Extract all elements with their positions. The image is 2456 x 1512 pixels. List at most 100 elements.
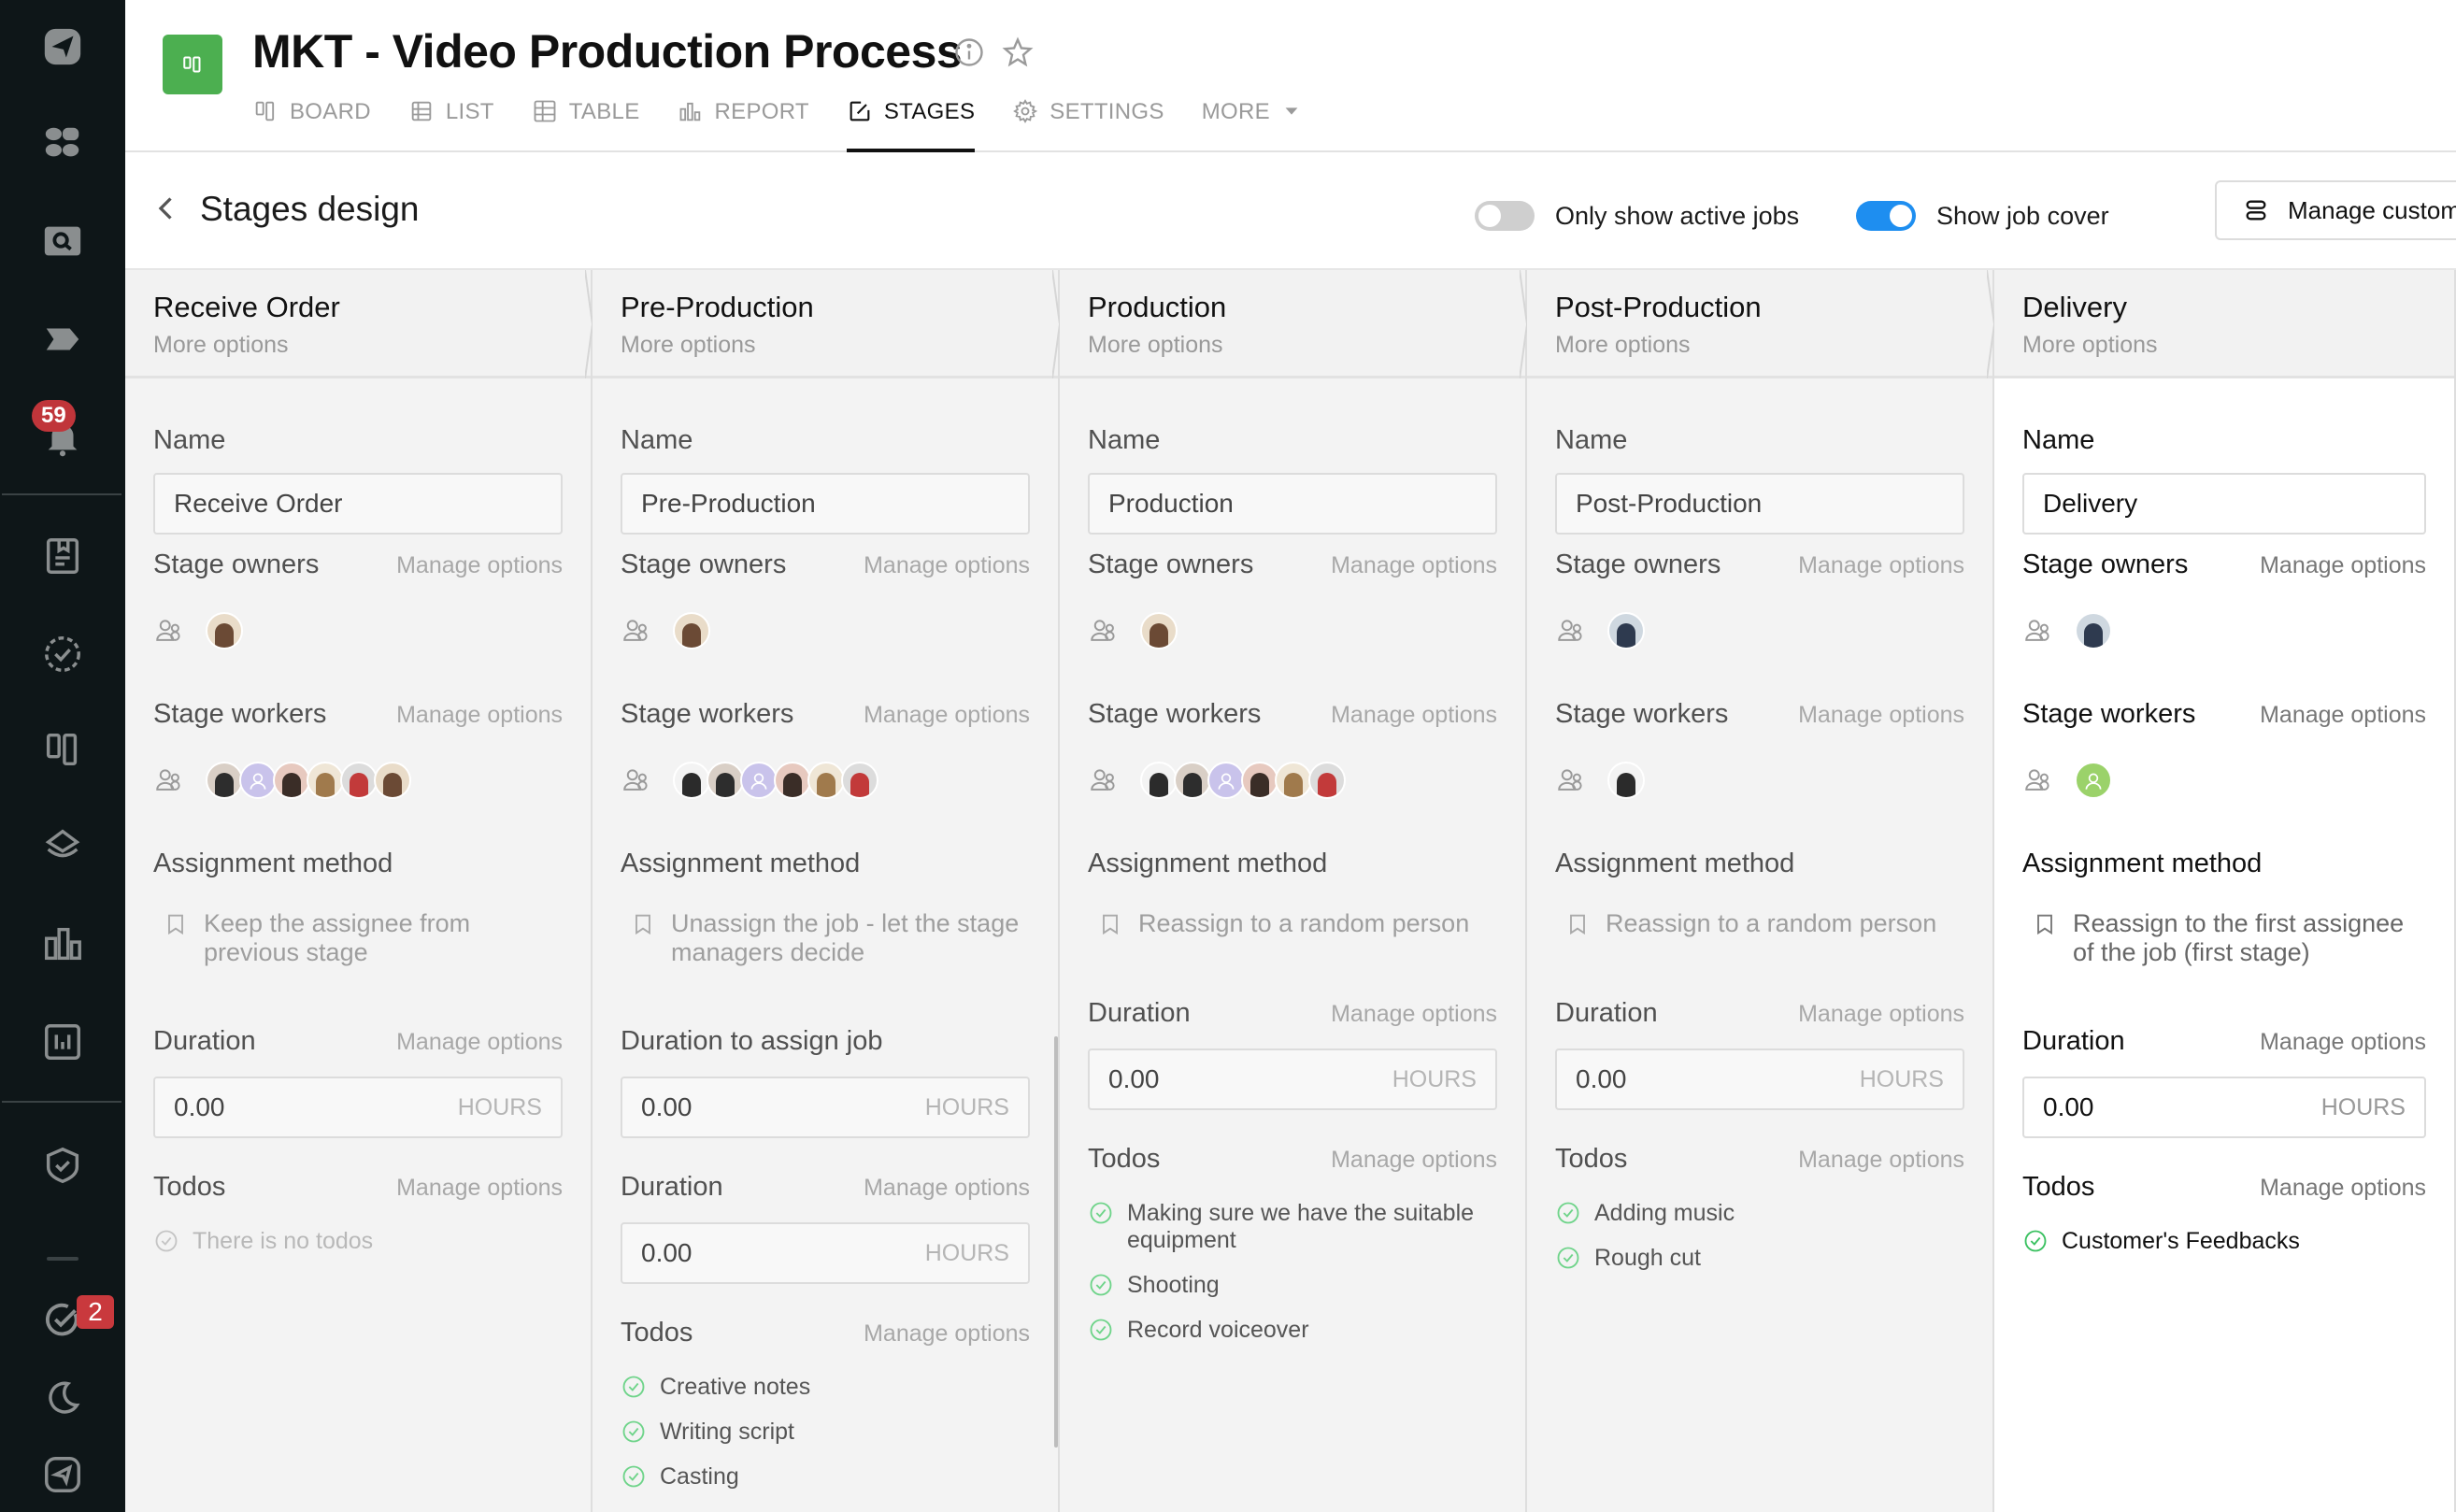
apps-grid-icon[interactable] [0,115,125,171]
assignment-method-option[interactable]: Reassign to a random person [1097,909,1497,938]
stage-name-input[interactable]: Production [1088,473,1497,535]
avatar[interactable] [1140,762,1178,799]
avatar[interactable] [707,762,744,799]
avatar[interactable] [1140,612,1178,649]
tag-arrow-icon[interactable] [0,311,125,367]
manage-owners-link[interactable]: Manage options [1331,552,1497,579]
group-icon[interactable] [1555,615,1587,647]
tab-board[interactable]: BOARD [252,93,371,152]
more-options-link[interactable]: More options [1088,332,1497,359]
bar-chart-icon[interactable] [0,916,125,972]
manage-duration-link[interactable]: Manage options [864,1175,1030,1202]
board-columns-icon[interactable] [0,721,125,777]
assignment-method-option[interactable]: Keep the assignee from previous stage [163,909,563,967]
avatar[interactable] [774,762,811,799]
manage-workers-link[interactable]: Manage options [1331,702,1497,729]
manage-owners-link[interactable]: Manage options [864,552,1030,579]
more-options-link[interactable]: More options [621,332,1030,359]
search-icon[interactable] [0,213,125,269]
avatar[interactable] [206,612,243,649]
avatar[interactable] [1174,762,1211,799]
avatar[interactable] [374,762,411,799]
avatar[interactable] [1241,762,1278,799]
group-icon[interactable] [153,615,185,647]
group-icon[interactable] [2022,764,2054,796]
avatar[interactable] [1607,612,1645,649]
duration-to-assign-input[interactable]: 0.00 HOURS [621,1077,1030,1138]
avatar[interactable] [273,762,310,799]
more-options-link[interactable]: More options [1555,332,1964,359]
avatar[interactable] [307,762,344,799]
todo-item[interactable]: Customer's Feedbacks [2022,1228,2426,1255]
layers-icon[interactable] [0,818,125,874]
duration-input[interactable]: 0.00 HOURS [1555,1048,1964,1110]
manage-workers-link[interactable]: Manage options [1798,702,1964,729]
avatar[interactable] [2075,762,2112,799]
manage-duration-link[interactable]: Manage options [1331,1001,1497,1028]
assignment-method-option[interactable]: Reassign to the first assignee of the jo… [2032,909,2426,967]
avatar[interactable] [1275,762,1312,799]
manage-workers-link[interactable]: Manage options [864,702,1030,729]
avatar[interactable] [1308,762,1346,799]
column-scrollbar[interactable] [1054,1036,1058,1448]
manage-todos-link[interactable]: Manage options [2260,1175,2426,1202]
manage-todos-link[interactable]: Manage options [396,1175,563,1202]
stage-header[interactable]: Delivery More options [1994,270,2454,378]
avatar[interactable] [1207,762,1245,799]
star-icon[interactable] [1001,36,1035,69]
group-icon[interactable] [1088,764,1120,796]
stage-name-input[interactable]: Post-Production [1555,473,1964,535]
avatar[interactable] [841,762,878,799]
tab-settings[interactable]: SETTINGS [1012,93,1164,152]
manage-todos-link[interactable]: Manage options [864,1320,1030,1348]
group-icon[interactable] [621,764,652,796]
document-bookmark-icon[interactable] [0,528,125,584]
todo-item[interactable]: Writing script [621,1419,1030,1446]
group-icon[interactable] [2022,615,2054,647]
todo-item[interactable]: Adding music [1555,1200,1964,1227]
send-icon[interactable] [0,1447,125,1503]
group-icon[interactable] [1088,615,1120,647]
send-logo-icon[interactable] [0,19,125,75]
manage-owners-link[interactable]: Manage options [1798,552,1964,579]
todo-item[interactable]: Record voiceover [1088,1317,1497,1344]
stage-name-input[interactable]: Pre-Production [621,473,1030,535]
manage-owners-link[interactable]: Manage options [2260,552,2426,579]
stage-header[interactable]: Receive Order More options [125,270,594,378]
avatar[interactable] [673,762,710,799]
todo-item[interactable]: Casting [621,1463,1030,1491]
manage-duration-link[interactable]: Manage options [2260,1029,2426,1056]
duration-input[interactable]: 0.00 HOURS [1088,1048,1497,1110]
stage-name-input[interactable]: Receive Order [153,473,563,535]
manage-workers-link[interactable]: Manage options [2260,702,2426,729]
stage-header[interactable]: Production More options [1060,270,1529,378]
tab-stages[interactable]: STAGES [846,93,976,152]
group-icon[interactable] [621,615,652,647]
stage-header[interactable]: Pre-Production More options [593,270,1062,378]
back-chevron-icon[interactable] [150,192,183,225]
avatar[interactable] [673,612,710,649]
group-icon[interactable] [1555,764,1587,796]
todo-item[interactable]: Rough cut [1555,1245,1964,1272]
manage-duration-link[interactable]: Manage options [1798,1001,1964,1028]
more-options-link[interactable]: More options [2022,332,2426,359]
stage-header[interactable]: Post-Production More options [1527,270,1996,378]
tab-report[interactable]: REPORT [678,93,809,152]
assignment-method-option[interactable]: Reassign to a random person [1564,909,1964,938]
dashed-check-circle-icon[interactable] [0,626,125,682]
avatar[interactable] [206,762,243,799]
manage-custom-button[interactable]: Manage custom [2215,180,2456,240]
manage-duration-link[interactable]: Manage options [396,1029,563,1056]
todo-item[interactable]: Making sure we have the suitable equipme… [1088,1200,1497,1254]
tab-list[interactable]: LIST [408,93,494,152]
todo-item[interactable]: Shooting [1088,1272,1497,1299]
info-icon[interactable] [952,36,986,69]
more-options-link[interactable]: More options [153,332,563,359]
group-icon[interactable] [153,764,185,796]
toggle-switch[interactable] [1856,201,1916,231]
avatar[interactable] [2075,612,2112,649]
avatar[interactable] [340,762,378,799]
manage-todos-link[interactable]: Manage options [1331,1147,1497,1174]
shield-check-icon[interactable] [0,1137,125,1193]
manage-owners-link[interactable]: Manage options [396,552,563,579]
